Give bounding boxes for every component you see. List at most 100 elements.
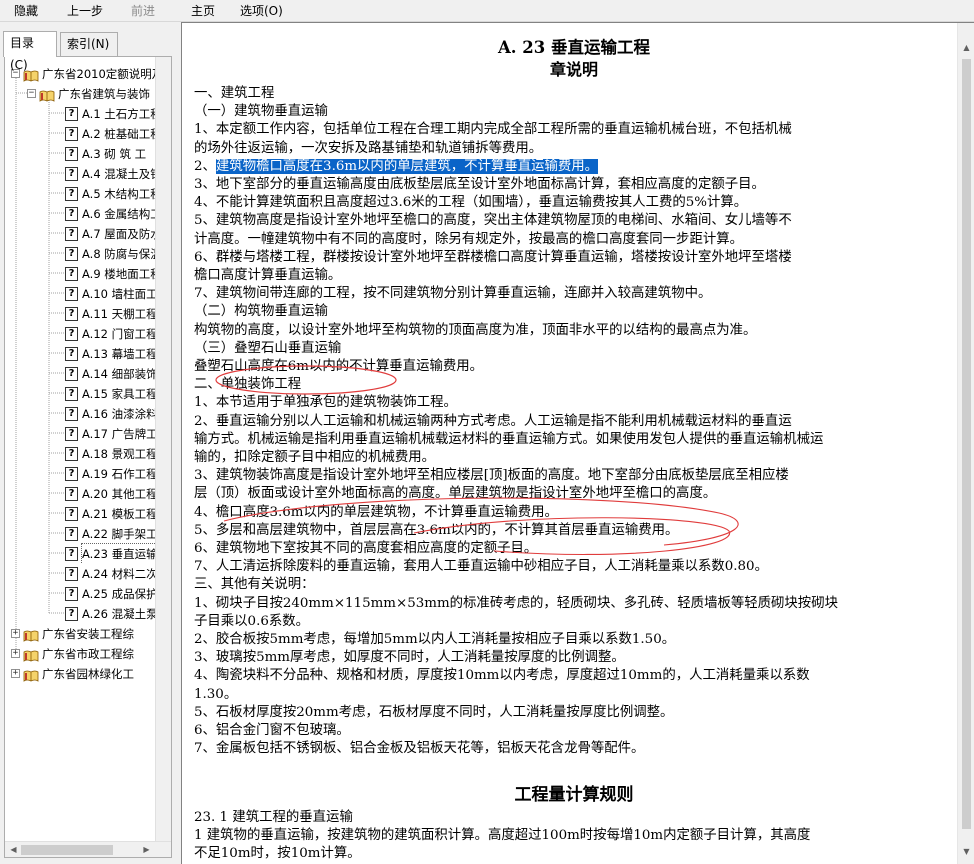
tree-topic-A-1[interactable]: ? A.1 土石方工程: [65, 103, 162, 123]
tree-vertical-scrollbar[interactable]: [155, 57, 171, 841]
topic-label: A.25 成品保护: [82, 586, 158, 601]
closed-book-icon: [23, 628, 39, 642]
tree-topic-A-3[interactable]: ? A.3 砌 筑 工: [65, 143, 146, 163]
back-button[interactable]: 上一步: [67, 3, 103, 19]
topic-label: A.2 桩基础工程: [82, 126, 162, 141]
tree-node-book-2[interactable]: + 广东省市政工程综: [11, 643, 134, 663]
tree-topic-A-25[interactable]: ? A.25 成品保护: [65, 583, 158, 603]
topic-label: A.11 天棚工程: [82, 306, 158, 321]
doc-line: 4、陶瓷块料不分品种、规格和材质，厚度按10mm以内考虑，厚度超过10mm的，人…: [194, 668, 810, 684]
scroll-down-arrow-icon[interactable]: ▼: [958, 843, 974, 860]
tree-topic-A-7[interactable]: ? A.7 屋面及防水: [65, 223, 162, 243]
hide-button[interactable]: 隐藏: [14, 3, 38, 19]
tree-topic-A-13[interactable]: ? A.13 幕墙工程: [65, 343, 158, 363]
closed-book-icon: [23, 648, 39, 662]
topic-label: A.24 材料二次: [82, 566, 158, 581]
doc-line: 子目乘以0.6系数。: [194, 613, 310, 629]
home-button[interactable]: 主页: [191, 3, 215, 19]
doc-line: 1、本节适用于单独承包的建筑物装饰工程。: [194, 395, 457, 411]
topic-label: A.23 垂直运输: [81, 543, 158, 563]
tree-topic-A-20[interactable]: ? A.20 其他工程: [65, 483, 158, 503]
collapse-toggle-icon[interactable]: −: [27, 89, 36, 98]
doc-line: 1、砌块子目按240mm×115mm×53mm的标准砖考虑的，轻质砌块、多孔砖、…: [194, 595, 838, 611]
tree-topic-A-14[interactable]: ? A.14 细部装饰: [65, 363, 158, 383]
tree-topic-A-19[interactable]: ? A.19 石作工程: [65, 463, 158, 483]
tab-index[interactable]: 索引(N): [60, 32, 118, 56]
tree-topic-A-21[interactable]: ? A.21 模板工程: [65, 503, 158, 523]
help-topic-icon: ?: [65, 506, 78, 521]
tab-contents[interactable]: 目录(C): [3, 31, 57, 72]
topic-label: A.14 细部装饰: [82, 366, 158, 381]
tree-topic-A-10[interactable]: ? A.10 墙柱面工: [65, 283, 158, 303]
doc-line: 7、建筑物间带连廊的工程，按不同建筑物分别计算垂直运输，连廊并入较高建筑物中。: [194, 286, 712, 302]
topic-label: A.1 土石方工程: [82, 106, 162, 121]
tree-node-book-3[interactable]: + 广东省园林绿化工: [11, 663, 134, 683]
doc-line: （三）叠塑石山垂直运输: [194, 340, 342, 356]
doc-line: 输的，扣除定额子目中相应的机械费用。: [194, 450, 436, 465]
tree-topic-A-9[interactable]: ? A.9 楼地面工程: [65, 263, 162, 283]
tree-topic-A-2[interactable]: ? A.2 桩基础工程: [65, 123, 162, 143]
tree-topic-A-16[interactable]: ? A.16 油漆涂料: [65, 403, 158, 423]
expand-toggle-icon[interactable]: +: [11, 669, 20, 678]
topic-label: A.21 模板工程: [82, 506, 158, 521]
help-topic-icon: ?: [65, 246, 78, 261]
help-topic-icon: ?: [65, 226, 78, 241]
tree-topic-A-8[interactable]: ? A.8 防腐与保温: [65, 243, 162, 263]
tree-horizontal-scrollbar[interactable]: ◀ ▶: [5, 841, 171, 857]
tree-topic-A-18[interactable]: ? A.18 景观工程: [65, 443, 158, 463]
tree-topic-A-22[interactable]: ? A.22 脚手架工: [65, 523, 158, 543]
doc-line: 2、胶合板按5mm考虑，每增加5mm以内人工消耗量按相应子目乘以系数1.50。: [194, 632, 676, 647]
closed-book-icon: [23, 668, 39, 682]
tree-hscroll-thumb[interactable]: [21, 845, 113, 855]
expand-toggle-icon[interactable]: +: [11, 649, 20, 658]
doc-line: 3、玻璃按5mm厚考虑，如厚度不同时，人工消耗量按厚度的比例调整。: [194, 650, 625, 666]
tree-topic-A-11[interactable]: ? A.11 天棚工程: [65, 303, 158, 323]
doc-line: 7、人工清运拆除废料的垂直运输，套用人工垂直运输中砂相应子目，人工消耗量乘以系数…: [194, 559, 768, 575]
tree-topic-A-17[interactable]: ? A.17 广告牌工: [65, 423, 158, 443]
tree-topic-A-4[interactable]: ? A.4 混凝土及钢: [65, 163, 162, 183]
doc-line: 6、群楼与塔楼工程，群楼按设计室外地坪至群楼檐口高度计算垂直运输，塔楼按设计室外…: [194, 249, 792, 265]
doc-line: 计高度。一幢建筑物中有不同的高度时，除另有规定外，按最高的檐口高度套同一步距计算…: [194, 231, 744, 247]
scroll-up-arrow-icon[interactable]: ▲: [958, 39, 974, 56]
tree-topic-A-23[interactable]: ? A.23 垂直运输: [65, 543, 158, 563]
doc-line: 不足10m时，按10m计算。: [194, 846, 361, 862]
doc-line: 3、建筑物装饰高度是指设计室外地坪至相应楼层[顶]板面的高度。地下室部分由底板垫…: [194, 468, 789, 484]
forward-button[interactable]: 前进: [131, 3, 155, 19]
expand-toggle-icon[interactable]: +: [11, 629, 20, 638]
doc-line: 1.30。: [194, 686, 238, 702]
help-topic-icon: ?: [65, 186, 78, 201]
tree-topic-A-5[interactable]: ? A.5 木结构工程: [65, 183, 162, 203]
tree-node-building[interactable]: − 广东省建筑与装饰: [27, 83, 150, 103]
doc-line: 一、建筑工程: [194, 86, 275, 101]
doc-line: 5、多层和高层建筑物中，首层层高在3.6m以内的，不计算其首层垂直运输费用。: [194, 522, 679, 538]
help-topic-icon: ?: [65, 426, 78, 441]
tree-topic-A-24[interactable]: ? A.24 材料二次: [65, 563, 158, 583]
help-topic-icon: ?: [65, 266, 78, 281]
options-button[interactable]: 选项(O): [240, 3, 283, 19]
topic-label: A.19 石作工程: [82, 466, 158, 481]
doc-line: 6、铝合金门窗不包玻璃。: [194, 723, 350, 738]
tree-node-book-1[interactable]: + 广东省安装工程综: [11, 623, 134, 643]
selected-text-highlight: 建筑物檐口高度在3.6m以内的单层建筑，不计算垂直运输费用。: [215, 158, 599, 174]
doc-line: 5、建筑物高度是指设计室外地坪至檐口的高度，突出主体建筑物屋顶的电梯间、水箱间、…: [194, 213, 792, 229]
content-vertical-scrollbar[interactable]: ▲ ▼: [957, 23, 974, 864]
doc-line: 6、建筑物地下室按其不同的高度套相应高度的定额子目。: [194, 541, 538, 556]
tree-topic-A-6[interactable]: ? A.6 金属结构工: [65, 203, 162, 223]
tree-topic-A-15[interactable]: ? A.15 家具工程: [65, 383, 158, 403]
topic-label: A.7 屋面及防水: [82, 226, 162, 241]
help-topic-icon: ?: [65, 366, 78, 381]
topic-label: A.16 油漆涂料: [82, 406, 158, 421]
tree-topic-A-12[interactable]: ? A.12 门窗工程: [65, 323, 158, 343]
topic-label: A.6 金属结构工: [82, 206, 162, 221]
doc-line: 的场外往返运输，一次安拆及路基铺垫和轨道铺拆等费用。: [194, 140, 543, 156]
content-scroll-thumb[interactable]: [962, 59, 971, 829]
tree-topic-A-26[interactable]: ? A.26 混凝土泵: [65, 603, 158, 623]
scroll-left-arrow-icon[interactable]: ◀: [5, 842, 22, 857]
help-topic-icon: ?: [65, 206, 78, 221]
tree-book-label: 广东省建筑与装饰: [58, 86, 150, 101]
help-topic-icon: ?: [65, 126, 78, 141]
page-title: A. 23 垂直运输工程: [498, 38, 650, 57]
tree-node-root[interactable]: −广东省2010定额说明及: [11, 63, 163, 83]
scroll-right-arrow-icon[interactable]: ▶: [138, 842, 155, 857]
page-subtitle: 章说明: [549, 60, 598, 79]
